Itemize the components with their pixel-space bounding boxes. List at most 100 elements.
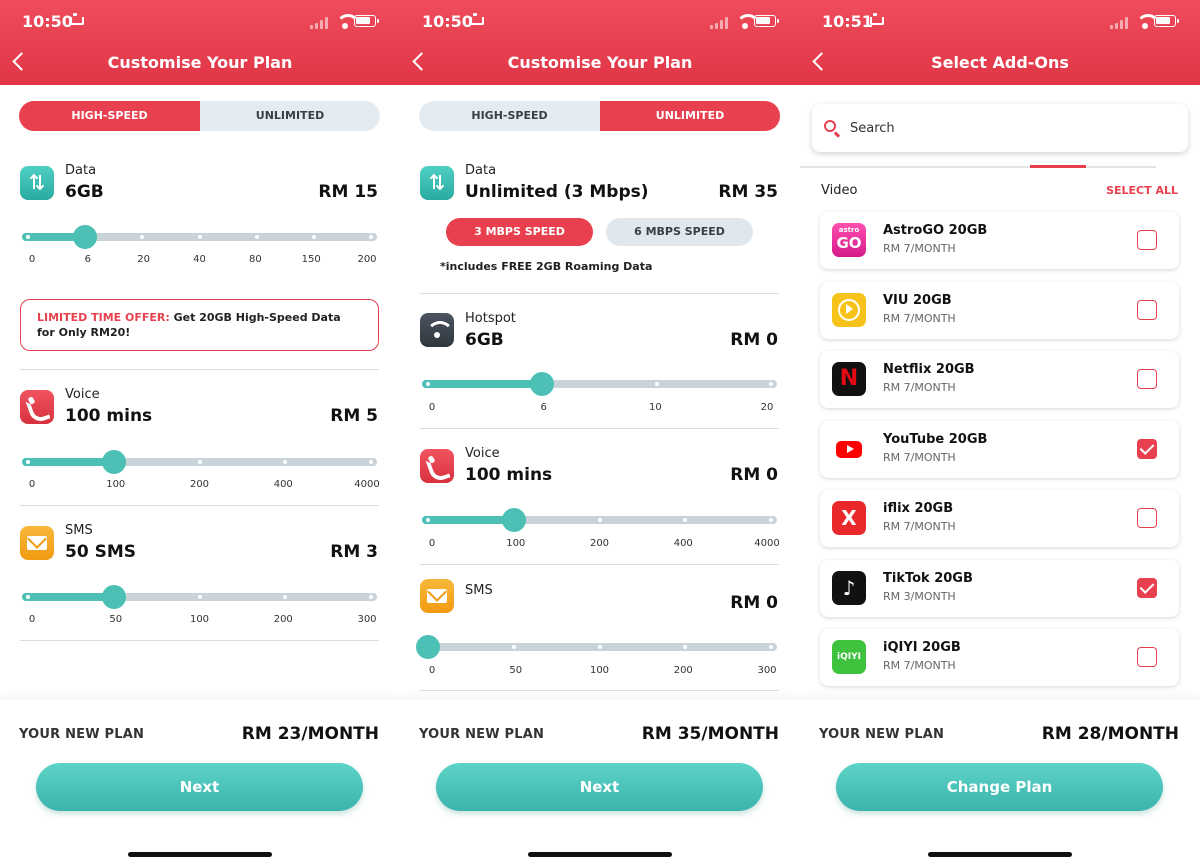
add-on-item[interactable]: VIU 20GB RM 7/MONTH: [820, 281, 1179, 339]
home-indicator: [528, 852, 672, 857]
new-plan-label: YOUR NEW PLAN: [819, 727, 945, 742]
sms-slider-ticks: 0 50 100 200 300: [22, 614, 377, 628]
add-on-item[interactable]: Xiflix 20GB RM 7/MONTH: [820, 490, 1179, 547]
slider-thumb[interactable]: [416, 635, 440, 659]
voice-slider[interactable]: [22, 446, 377, 476]
divider: [420, 293, 779, 294]
netflix-logo: N: [832, 362, 866, 396]
iqiyi-logo: iQIYI: [832, 640, 866, 674]
add-on-checkbox[interactable]: [1137, 508, 1157, 528]
add-on-price: RM 7/MONTH: [883, 242, 956, 255]
slider-tick-label: 6: [84, 254, 92, 265]
divider: [420, 428, 779, 429]
sms-value: 50 SMS: [65, 542, 136, 562]
add-on-checkbox[interactable]: [1137, 230, 1157, 250]
voice-value: 100 mins: [465, 465, 553, 485]
slider-stop: [197, 595, 202, 599]
status-time: 10:50: [422, 12, 473, 31]
search-input[interactable]: [850, 116, 1170, 140]
voice-slider[interactable]: [422, 504, 777, 534]
add-on-item[interactable]: ♪ TikTok 20GB RM 3/MONTH: [820, 559, 1179, 617]
logo-text: N: [839, 366, 859, 391]
data-label: Data: [65, 163, 97, 178]
data-arrows-icon: [20, 166, 54, 200]
status-time: 10:51: [822, 12, 873, 31]
iflix-logo: X: [832, 501, 866, 535]
add-on-item[interactable]: astro GO AstroGO 20GB RM 7/MONTH: [820, 212, 1179, 269]
slider-stop: [369, 235, 373, 239]
category-tab-indicator: [1030, 165, 1086, 168]
header: 10:51 Select Add-Ons: [800, 0, 1200, 85]
next-button[interactable]: Next: [436, 763, 763, 811]
hotspot-slider-ticks: 0 6 10 20: [422, 402, 777, 416]
slider-tick-label: 100: [189, 614, 210, 625]
slider-tick-label: 4000: [354, 479, 380, 490]
toggle-unlimited[interactable]: UNLIMITED: [200, 101, 380, 131]
change-plan-button[interactable]: Change Plan: [836, 763, 1163, 811]
status-bar: 10:51: [800, 12, 1200, 32]
new-plan-price: RM 28/MONTH: [1041, 724, 1179, 744]
hotspot-label: Hotspot: [465, 311, 516, 326]
plan-footer: YOUR NEW PLAN RM 35/MONTH Next: [400, 700, 800, 866]
page-title: Customise Your Plan: [107, 53, 293, 72]
slider-thumb[interactable]: [101, 450, 126, 474]
slider-tick-label: 20: [760, 402, 774, 413]
add-on-checkbox[interactable]: [1137, 369, 1157, 389]
data-price: RM 15: [318, 182, 378, 202]
add-on-checkbox[interactable]: [1137, 438, 1157, 459]
home-indicator: [128, 852, 272, 857]
add-on-checkbox[interactable]: [1137, 577, 1157, 598]
status-bar: 10:50: [400, 12, 800, 32]
slider-stop: [426, 382, 430, 386]
next-button[interactable]: Next: [36, 763, 363, 811]
voice-price: RM 5: [330, 406, 378, 426]
plan-footer: YOUR NEW PLAN RM 23/MONTH Next: [0, 700, 400, 866]
select-all-link[interactable]: SELECT ALL: [1106, 184, 1178, 197]
slider-thumb[interactable]: [73, 225, 98, 249]
add-on-checkbox[interactable]: [1137, 647, 1157, 667]
add-on-item[interactable]: YouTube 20GB RM 7/MONTH: [820, 420, 1179, 478]
add-on-item[interactable]: iQIYI iQIYI 20GB RM 7/MONTH: [820, 629, 1179, 686]
speed-3mbps-button[interactable]: 3 MBPS SPEED: [446, 218, 593, 246]
envelope-icon: [420, 579, 454, 613]
slider-thumb[interactable]: [101, 585, 126, 609]
slider-tick-label: 100: [589, 665, 610, 676]
slider-tick-label: 40: [193, 254, 206, 265]
slider-stop: [769, 645, 773, 649]
sleep-mode-icon: [870, 13, 884, 25]
slider-stop: [197, 460, 202, 464]
logo-text: GO: [836, 234, 862, 252]
slider-stop: [26, 460, 30, 464]
header: 10:50 Customise Your Plan: [0, 0, 400, 85]
divider: [420, 564, 779, 565]
slider-thumb[interactable]: [530, 372, 555, 396]
hotspot-slider[interactable]: [422, 368, 777, 398]
add-on-name: VIU 20GB: [883, 292, 952, 308]
logo-text: X: [841, 506, 857, 530]
status-icons: [1110, 14, 1180, 29]
slider-tick-label: 0: [28, 254, 36, 265]
plan-type-toggle: HIGH-SPEED UNLIMITED: [19, 101, 380, 131]
toggle-high-speed[interactable]: HIGH-SPEED: [19, 101, 200, 131]
sms-slider[interactable]: [22, 581, 377, 611]
slider-thumb[interactable]: [501, 508, 526, 532]
add-on-item[interactable]: N Netflix 20GB RM 7/MONTH: [820, 351, 1179, 408]
data-slider[interactable]: [22, 221, 377, 251]
add-on-name: iQIYI 20GB: [883, 640, 961, 655]
sms-slider[interactable]: [416, 631, 777, 661]
toggle-high-speed[interactable]: HIGH-SPEED: [419, 101, 600, 131]
wifi-icon: [336, 14, 360, 29]
add-on-checkbox[interactable]: [1137, 299, 1157, 320]
signal-icon: [710, 17, 728, 29]
slider-tick-label: 300: [757, 665, 777, 676]
sms-price: RM 0: [730, 593, 778, 613]
divider: [20, 505, 379, 506]
limited-offer-banner[interactable]: LIMITED TIME OFFER: Get 20GB High-Speed …: [20, 299, 379, 351]
add-on-price: RM 7/MONTH: [883, 450, 956, 464]
offer-highlight: LIMITED TIME OFFER:: [37, 311, 170, 324]
slider-tick-label: 6: [540, 402, 547, 413]
slider-stop: [769, 382, 773, 386]
phone-icon: [20, 390, 54, 424]
speed-6mbps-button[interactable]: 6 MBPS SPEED: [606, 218, 753, 246]
toggle-unlimited[interactable]: UNLIMITED: [600, 101, 780, 131]
